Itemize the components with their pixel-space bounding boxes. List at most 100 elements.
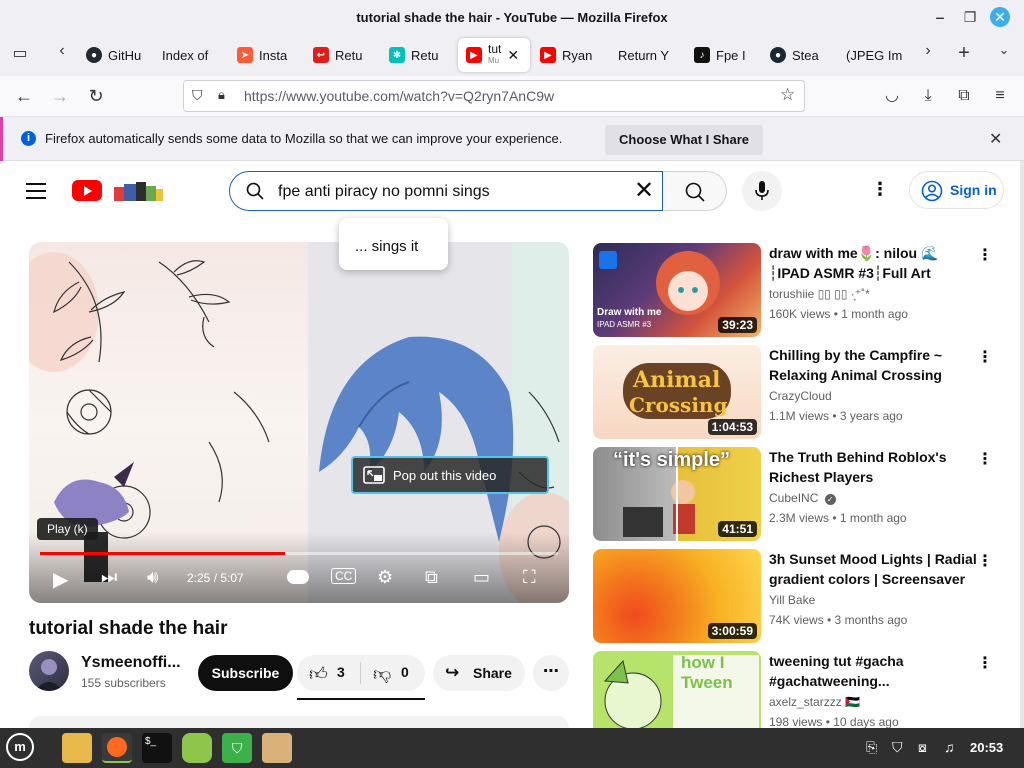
sign-in-button[interactable]: Sign in	[909, 171, 1004, 209]
lock-icon[interactable]: 🔒︎	[218, 87, 225, 103]
hamburger-menu-icon[interactable]	[26, 183, 46, 199]
firefox-taskbar-icon[interactable]	[102, 733, 132, 763]
volume-icon[interactable]: 🔊︎	[147, 567, 158, 588]
recommendation-item[interactable]: Draw with me IPAD ASMR #3 39:23 draw wit…	[593, 243, 1003, 337]
tab-github[interactable]: ● GitHu	[86, 38, 142, 72]
recommendation-channel[interactable]: Yill Bake	[769, 593, 815, 607]
shield-app-icon[interactable]: ⛉	[222, 733, 252, 763]
calculator-icon[interactable]	[182, 733, 212, 763]
mint-menu-icon[interactable]: m	[6, 733, 34, 761]
miniplayer-icon[interactable]: ⧉	[425, 567, 438, 588]
tab-steam[interactable]: ● Stea	[770, 38, 826, 72]
thumbs-up-icon[interactable]: 👍︎	[309, 663, 328, 685]
subtitles-icon[interactable]: CC	[331, 568, 357, 584]
tab-return-2[interactable]: ✱ Retu	[389, 38, 445, 72]
tab-youtube-active[interactable]: ▶ tut Mu ✕	[458, 38, 530, 72]
recommendation-title[interactable]: 3h Sunset Mood Lights | Radial gradient …	[769, 549, 977, 589]
network-icon[interactable]: ⧇	[918, 739, 927, 756]
recommendation-title[interactable]: The Truth Behind Roblox's Richest Player…	[769, 447, 977, 487]
autoplay-toggle[interactable]	[287, 570, 309, 584]
tab-scroll-right-icon[interactable]: ›	[916, 42, 940, 60]
tab-scroll-left-icon[interactable]: ‹	[50, 42, 74, 60]
menu-icon[interactable]: ≡	[988, 84, 1012, 108]
recommendation-channel[interactable]: axelz_starzzz 🇵🇸	[769, 695, 860, 709]
tab-jpeg[interactable]: (JPEG Im	[846, 38, 910, 72]
more-actions-icon[interactable]: ⋯	[533, 655, 569, 691]
reload-icon[interactable]: ↻	[84, 84, 108, 108]
youtube-logo[interactable]	[72, 180, 102, 201]
url-bar[interactable]: ⛉ 🔒︎ https://www.youtube.com/watch?v=Q2r…	[183, 80, 805, 112]
pocket-icon[interactable]: ◡	[880, 84, 904, 108]
settings-more-icon[interactable]: ⋮	[870, 179, 890, 203]
back-icon[interactable]: ←	[12, 84, 36, 108]
tab-index-of[interactable]: Index of	[162, 38, 222, 72]
shield-icon[interactable]: ⛉	[192, 87, 203, 104]
recommendation-channel[interactable]: CubeINC ✓	[769, 491, 836, 505]
video-thumbnail[interactable]: 3:00:59	[593, 549, 761, 643]
channel-name[interactable]: Ysmeenoffi...	[81, 654, 181, 672]
tab-fpe[interactable]: ♪ Fpe I	[694, 38, 750, 72]
extensions-icon[interactable]: ⧉	[952, 84, 976, 108]
video-player[interactable]: Play (k) Pop out this video ▶ ⏭ 🔊︎ 2:25 …	[29, 242, 569, 603]
recommendation-item[interactable]: Animal Crossing 1:04:53 Chilling by the …	[593, 345, 1003, 439]
clock[interactable]: 20:53	[970, 740, 1003, 755]
pop-out-video-button[interactable]: Pop out this video	[351, 456, 549, 494]
archive-icon[interactable]	[262, 733, 292, 763]
url-text[interactable]: https://www.youtube.com/watch?v=Q2ryn7An…	[244, 88, 554, 104]
channel-avatar[interactable]	[29, 651, 69, 691]
recommendation-title[interactable]: draw with me🌷: nilou 🌊┆IPAD ASMR #3┆Full…	[769, 243, 977, 283]
settings-gear-icon[interactable]: ⚙	[377, 567, 393, 588]
new-tab-icon[interactable]: +	[952, 42, 976, 65]
subscribe-button[interactable]: Subscribe	[198, 655, 293, 691]
security-shield-icon[interactable]: ⛉	[892, 739, 903, 756]
recommendation-title[interactable]: Chilling by the Campfire ~ Relaxing Anim…	[769, 345, 977, 385]
thumbs-down-icon[interactable]: 👎︎	[373, 663, 391, 685]
video-thumbnail[interactable]: Animal Crossing 1:04:53	[593, 345, 761, 439]
files-icon[interactable]	[62, 733, 92, 763]
choose-what-i-share-button[interactable]: Choose What I Share	[605, 125, 763, 155]
bookmark-star-icon[interactable]: ☆	[780, 85, 795, 105]
minimize-icon[interactable]: ‒	[930, 7, 950, 27]
next-icon[interactable]: ⏭	[101, 567, 117, 588]
forward-icon[interactable]: →	[48, 84, 72, 108]
terminal-icon[interactable]: $_	[142, 733, 172, 763]
maximize-icon[interactable]: ❐	[960, 7, 980, 27]
youtube-doodle-logo[interactable]	[112, 179, 164, 203]
close-window-icon[interactable]: ✕	[990, 7, 1010, 27]
video-thumbnail[interactable]: Draw with me IPAD ASMR #3 39:23	[593, 243, 761, 337]
tab-return-1[interactable]: ↩ Retu	[313, 38, 369, 72]
search-box[interactable]: fpe anti piracy no pomni sings ✕	[229, 171, 663, 211]
sound-icon[interactable]: ♫	[944, 739, 955, 755]
dislike-count[interactable]: 0	[401, 664, 409, 680]
firefox-view-icon[interactable]: ▭	[8, 43, 32, 63]
fullscreen-icon[interactable]: ⛶	[523, 567, 536, 588]
play-icon[interactable]: ▶	[53, 567, 68, 592]
theater-mode-icon[interactable]: ▭	[473, 567, 490, 588]
close-tab-icon[interactable]: ✕	[507, 47, 519, 64]
clipboard-icon[interactable]: ⎘	[866, 739, 877, 756]
recommendation-item[interactable]: 3:00:59 3h Sunset Mood Lights | Radial g…	[593, 549, 1003, 643]
tab-instatus[interactable]: ➤ Insta	[237, 38, 295, 72]
recommendation-title[interactable]: tweening tut #gacha #gachatweening...	[769, 651, 977, 691]
more-options-icon[interactable]: ⋮	[977, 245, 993, 265]
clear-search-icon[interactable]: ✕	[634, 179, 654, 203]
tab-return-y[interactable]: Return Y	[618, 38, 674, 72]
list-all-tabs-icon[interactable]: ⌄	[992, 42, 1016, 58]
recommendation-item[interactable]: “it's simple” 41:51 The Truth Behind Rob…	[593, 447, 1003, 541]
share-button[interactable]: ↪ Share	[433, 655, 525, 691]
search-input[interactable]: fpe anti piracy no pomni sings	[278, 183, 490, 201]
like-count[interactable]: 3	[337, 664, 345, 680]
downloads-icon[interactable]: ⤓	[916, 84, 940, 108]
more-options-icon[interactable]: ⋮	[977, 347, 993, 367]
progress-bar[interactable]	[40, 552, 558, 555]
more-options-icon[interactable]: ⋮	[977, 551, 993, 571]
recommendation-channel[interactable]: CrazyCloud	[769, 389, 832, 403]
search-button[interactable]	[663, 171, 727, 211]
tab-ryan[interactable]: ▶ Ryan	[540, 38, 596, 72]
search-suggestion[interactable]: ... sings it	[339, 218, 448, 270]
more-options-icon[interactable]: ⋮	[977, 653, 993, 673]
recommendation-channel[interactable]: torushiie ▯▯ ▯▯ ·͙⁺˚*	[769, 287, 870, 301]
voice-search-button[interactable]	[742, 171, 782, 211]
more-options-icon[interactable]: ⋮	[977, 449, 993, 469]
page-scrollbar[interactable]	[1020, 161, 1024, 728]
